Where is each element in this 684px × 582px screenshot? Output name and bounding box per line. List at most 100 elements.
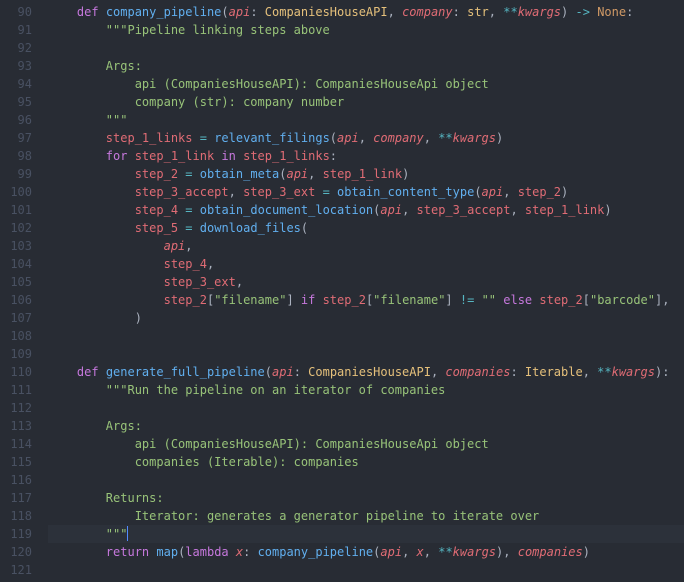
token-var: step_3_accept — [417, 203, 511, 217]
code-line[interactable] — [48, 471, 684, 489]
token-pun: ( — [265, 365, 272, 379]
code-line[interactable]: ) — [48, 309, 684, 327]
token-str: api (CompaniesHouseAPI): CompaniesHouseA… — [135, 77, 489, 91]
code-line[interactable]: step_4, — [48, 255, 684, 273]
line-number: 102 — [0, 219, 32, 237]
token-op: ** — [438, 131, 452, 145]
line-number: 100 — [0, 183, 32, 201]
token-str: """ — [106, 113, 128, 127]
code-line[interactable] — [48, 561, 684, 579]
code-line[interactable] — [48, 39, 684, 57]
code-line[interactable]: for step_1_link in step_1_links: — [48, 147, 684, 165]
token-var: step_1_links — [106, 131, 193, 145]
code-editor[interactable]: 9091929394959697989910010110210310410510… — [0, 0, 684, 582]
code-line[interactable] — [48, 327, 684, 345]
line-number: 107 — [0, 309, 32, 327]
code-line[interactable]: step_3_ext, — [48, 273, 684, 291]
line-number: 117 — [0, 489, 32, 507]
token-pun: ) — [561, 185, 568, 199]
token-fn: obtain_content_type — [337, 185, 474, 199]
token-var: step_1_link — [135, 149, 214, 163]
code-line[interactable]: step_5 = download_files( — [48, 219, 684, 237]
token-var: step_3_accept — [135, 185, 229, 199]
code-line[interactable]: Args: — [48, 417, 684, 435]
token-prm: api — [337, 131, 359, 145]
token-pun: [ — [583, 293, 590, 307]
token-str: companies (Iterable): companies — [135, 455, 359, 469]
token-kw: def — [77, 365, 106, 379]
token-pun: ( — [474, 185, 481, 199]
code-line[interactable]: Args: — [48, 57, 684, 75]
line-number: 110 — [0, 363, 32, 381]
token-prm: api — [272, 365, 294, 379]
line-number: 115 — [0, 453, 32, 471]
code-line[interactable]: company (str): company number — [48, 93, 684, 111]
token-pun: : — [243, 545, 257, 559]
token-var: step_2 — [539, 293, 582, 307]
code-line[interactable]: step_2 = obtain_meta(api, step_1_link) — [48, 165, 684, 183]
code-line[interactable]: Iterator: generates a generator pipeline… — [48, 507, 684, 525]
token-prm: companies — [445, 365, 510, 379]
line-number: 94 — [0, 75, 32, 93]
line-number: 90 — [0, 3, 32, 21]
line-number: 96 — [0, 111, 32, 129]
token-op: = — [185, 221, 192, 235]
code-line[interactable] — [48, 399, 684, 417]
token-prm: kwargs — [518, 5, 561, 19]
token-prm: api — [380, 203, 402, 217]
code-area[interactable]: def company_pipeline(api: CompaniesHouse… — [42, 0, 684, 582]
token-kw: else — [503, 293, 539, 307]
token-prm: kwargs — [453, 545, 496, 559]
line-number: 108 — [0, 327, 32, 345]
line-number: 99 — [0, 165, 32, 183]
token-pun: , — [510, 203, 524, 217]
token-pun: , — [583, 365, 597, 379]
token-var: step_1_links — [243, 149, 330, 163]
code-line[interactable]: step_4 = obtain_document_location(api, s… — [48, 201, 684, 219]
token-pun: , — [402, 545, 416, 559]
token-prm: api — [229, 5, 251, 19]
code-line[interactable]: """ — [48, 111, 684, 129]
token-prm: kwargs — [612, 365, 655, 379]
code-line[interactable]: """Run the pipeline on an iterator of co… — [48, 381, 684, 399]
code-line[interactable]: """ — [48, 525, 684, 543]
code-line[interactable]: def company_pipeline(api: CompaniesHouse… — [48, 3, 684, 21]
token-fn: obtain_document_location — [200, 203, 373, 217]
code-line[interactable] — [48, 345, 684, 363]
token-pun: , — [359, 131, 373, 145]
line-number: 119 — [0, 525, 32, 543]
code-line[interactable]: api (CompaniesHouseAPI): CompaniesHouseA… — [48, 435, 684, 453]
line-number: 92 — [0, 39, 32, 57]
token-kw: in — [214, 149, 243, 163]
token-str: """Run the pipeline on an iterator of co… — [106, 383, 446, 397]
code-line[interactable]: step_1_links = relevant_filings(api, com… — [48, 129, 684, 147]
token-pun: ) — [561, 5, 575, 19]
code-line[interactable]: api, — [48, 237, 684, 255]
code-line[interactable]: companies (Iterable): companies — [48, 453, 684, 471]
code-line[interactable]: step_3_accept, step_3_ext = obtain_conte… — [48, 183, 684, 201]
token-fn: company_pipeline — [106, 5, 222, 19]
token-str: "filename" — [214, 293, 286, 307]
code-line[interactable]: step_2["filename"] if step_2["filename"]… — [48, 291, 684, 309]
code-line[interactable]: def generate_full_pipeline(api: Companie… — [48, 363, 684, 381]
token-pun: , — [229, 185, 243, 199]
line-number: 104 — [0, 255, 32, 273]
line-number: 118 — [0, 507, 32, 525]
token-pun: ( — [221, 5, 228, 19]
token-str: "" — [482, 293, 496, 307]
token-str: api (CompaniesHouseAPI): CompaniesHouseA… — [135, 437, 489, 451]
code-line[interactable]: Returns: — [48, 489, 684, 507]
code-line[interactable]: return map(lambda x: company_pipeline(ap… — [48, 543, 684, 561]
token-kw: lambda — [185, 545, 236, 559]
token-pun: ] — [445, 293, 459, 307]
code-line[interactable]: api (CompaniesHouseAPI): CompaniesHouseA… — [48, 75, 684, 93]
token-var: step_4 — [164, 257, 207, 271]
token-pun — [193, 221, 200, 235]
token-pun: ): — [655, 365, 669, 379]
token-var: step_4 — [135, 203, 178, 217]
line-number: 101 — [0, 201, 32, 219]
token-pun — [193, 167, 200, 181]
token-str: company (str): company number — [135, 95, 345, 109]
token-cls: Iterable — [525, 365, 583, 379]
code-line[interactable]: """Pipeline linking steps above — [48, 21, 684, 39]
